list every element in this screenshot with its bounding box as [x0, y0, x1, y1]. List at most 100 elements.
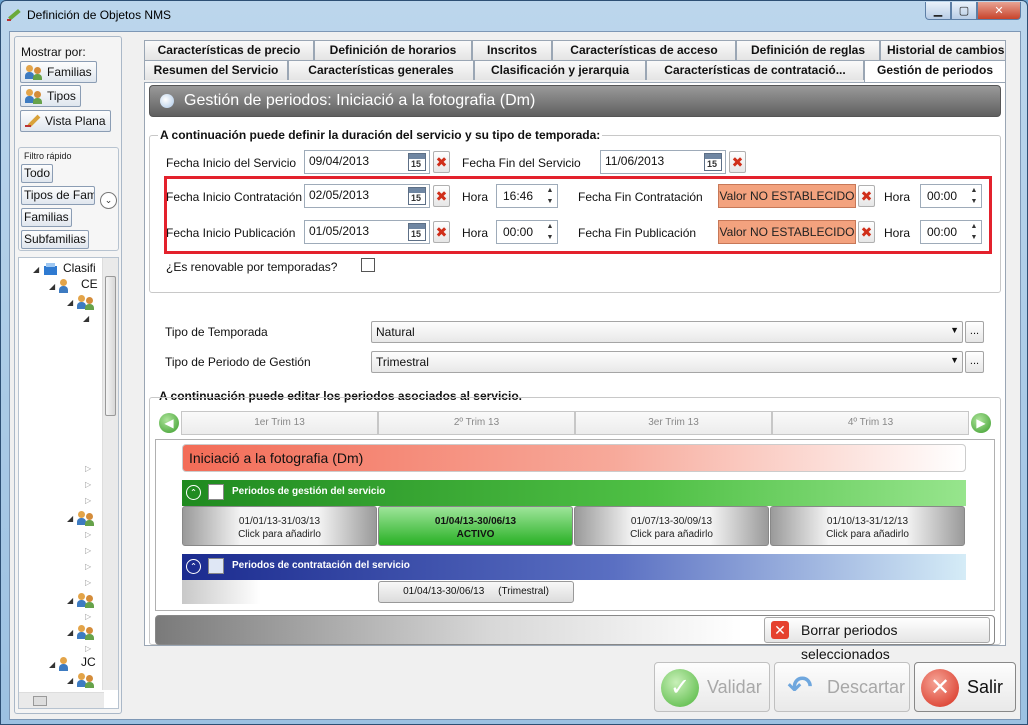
tree-expander[interactable]: ◢: [67, 628, 73, 637]
contratacion-period-item[interactable]: 01/04/13-30/06/13 (Trimestral): [378, 581, 574, 603]
time-spinner[interactable]: ▲ ▼: [967, 221, 981, 243]
tab-definicion-horarios[interactable]: Definición de horarios: [314, 40, 472, 60]
tree-item-clasificacion[interactable]: Clasifi: [63, 261, 96, 275]
calendar-icon[interactable]: 15: [704, 153, 722, 171]
vista-plana-button[interactable]: Vista Plana: [20, 110, 111, 132]
salir-button[interactable]: ✕ Salir: [914, 662, 1016, 712]
collapse-icon[interactable]: ⌃: [186, 559, 201, 574]
close-button[interactable]: ✕: [977, 2, 1021, 20]
filtro-subfamilias-button[interactable]: Subfamilias: [21, 230, 90, 249]
time-spinner[interactable]: ▲ ▼: [543, 221, 557, 243]
calendar-icon[interactable]: 15: [408, 153, 426, 171]
tree-vertical-scrollbar[interactable]: [102, 258, 118, 690]
clear-date-icon[interactable]: ✖: [433, 151, 450, 173]
borrar-periodos-button[interactable]: ✕ Borrar periodos seleccionados: [764, 617, 990, 662]
tree-expander[interactable]: ▷: [85, 546, 91, 555]
scrollbar-thumb[interactable]: [33, 696, 47, 706]
tab-resumen-servicio[interactable]: Resumen del Servicio: [144, 60, 288, 80]
tipo-temporada-more-button[interactable]: ...: [965, 321, 984, 343]
tree-expander[interactable]: ◢: [49, 282, 55, 291]
descartar-label: Descartar: [827, 677, 906, 697]
tree-expander[interactable]: ◢: [83, 314, 89, 323]
calendar-icon[interactable]: 15: [408, 187, 426, 205]
tree-expander[interactable]: ◢: [67, 676, 73, 685]
next-arrow-icon[interactable]: ▶: [971, 413, 991, 433]
clear-date-icon[interactable]: ✖: [858, 221, 875, 243]
contratacion-section-header[interactable]: ⌃ Periodos de contratación del servicio: [182, 554, 966, 580]
clear-date-icon[interactable]: ✖: [858, 185, 875, 207]
hora-label: Hora: [884, 190, 911, 204]
tree-item-ce[interactable]: CE: [81, 277, 98, 291]
fecha-fin-servicio-field[interactable]: 11/06/2013 15: [600, 150, 726, 174]
tab-inscritos[interactable]: Inscritos: [472, 40, 552, 60]
clear-date-icon[interactable]: ✖: [433, 221, 450, 243]
renovable-checkbox[interactable]: [361, 258, 375, 272]
tree-expander[interactable]: ◢: [67, 596, 73, 605]
filtro-familias-button[interactable]: Familias: [21, 208, 72, 227]
gestion-period-q1[interactable]: 01/01/13-31/03/13 Click para añadirlo: [182, 506, 377, 546]
fecha-fin-publicacion-field[interactable]: Valor NO ESTABLECIDO: [718, 220, 856, 244]
gestion-period-q2[interactable]: 01/04/13-30/06/13 ACTIVO: [378, 506, 573, 546]
minimize-button[interactable]: ▁: [925, 2, 951, 20]
hora-inicio-contratacion-field[interactable]: 16:46 ▲ ▼: [496, 184, 558, 208]
descartar-button[interactable]: ↶ Descartar: [774, 662, 910, 712]
tipos-view-button[interactable]: Tipos: [20, 85, 81, 107]
tree-expander[interactable]: ▷: [85, 464, 91, 473]
filtro-todo-button[interactable]: Todo: [21, 164, 54, 183]
period-status: Click para añadirlo: [630, 529, 713, 540]
calendar-icon[interactable]: 15: [408, 223, 426, 241]
tree-expander[interactable]: ▷: [85, 612, 91, 621]
tab-gestion-periodos[interactable]: Gestión de periodos: [864, 60, 1006, 82]
classification-tree[interactable]: ◢ Clasifi ◢ CE ◢ ◢ ▷ ▷ ▷ ◢ ▷ ▷ ▷ ▷ ◢ ▷ ◢…: [18, 257, 119, 709]
fecha-fin-contratacion-field[interactable]: Valor NO ESTABLECIDO: [718, 184, 856, 208]
tree-expander[interactable]: ◢: [67, 298, 73, 307]
clear-date-icon[interactable]: ✖: [729, 151, 746, 173]
tree-horizontal-scrollbar[interactable]: [19, 692, 104, 708]
people-icon: [77, 592, 95, 608]
client-area: Mostrar por: Familias Tipos Vista Plana …: [9, 31, 1021, 720]
tree-expander[interactable]: ▷: [85, 578, 91, 587]
tree-expander[interactable]: ▷: [85, 496, 91, 505]
tab-caracteristicas-contratacion[interactable]: Características de contratació...: [646, 60, 864, 80]
tab-clasificacion-jerarquia[interactable]: Clasificación y jerarquia: [474, 60, 646, 80]
maximize-button[interactable]: ▢: [951, 2, 977, 20]
tab-caracteristicas-generales[interactable]: Características generales: [288, 60, 474, 80]
fecha-inicio-servicio-field[interactable]: 09/04/2013 15: [304, 150, 430, 174]
scrollbar-thumb[interactable]: [105, 276, 116, 416]
hora-fin-contratacion-field[interactable]: 00:00 ▲ ▼: [920, 184, 982, 208]
hora-fin-publicacion-field[interactable]: 00:00 ▲ ▼: [920, 220, 982, 244]
clear-date-icon[interactable]: ✖: [433, 185, 450, 207]
tree-expander[interactable]: ▷: [85, 530, 91, 539]
tipo-temporada-label: Tipo de Temporada: [165, 325, 268, 339]
fecha-inicio-publicacion-field[interactable]: 01/05/2013 15: [304, 220, 430, 244]
tree-expander[interactable]: ▷: [85, 562, 91, 571]
hora-inicio-publicacion-value: 00:00: [503, 225, 534, 239]
tree-expander[interactable]: ▷: [85, 480, 91, 489]
tab-historial-cambios[interactable]: Historial de cambios: [880, 40, 1006, 60]
validar-button[interactable]: ✓ Validar: [654, 662, 770, 712]
tab-caracteristicas-precio[interactable]: Características de precio: [144, 40, 314, 60]
collapse-icon[interactable]: ⌃: [186, 485, 201, 500]
chevron-down-icon[interactable]: ⌄: [100, 192, 117, 209]
tab-definicion-reglas[interactable]: Definición de reglas: [736, 40, 880, 60]
tree-item-jc[interactable]: JC: [81, 655, 96, 669]
tree-expander[interactable]: ◢: [67, 514, 73, 523]
hora-inicio-publicacion-field[interactable]: 00:00 ▲ ▼: [496, 220, 558, 244]
tree-expander[interactable]: ▷: [85, 644, 91, 653]
tab-caracteristicas-acceso[interactable]: Características de acceso: [552, 40, 736, 60]
delete-icon: ✕: [771, 621, 789, 639]
filtro-tipos-familia-button[interactable]: Tipos de Fam: [21, 186, 95, 205]
gestion-period-q3[interactable]: 01/07/13-30/09/13 Click para añadirlo: [574, 506, 769, 546]
time-spinner[interactable]: ▲ ▼: [543, 185, 557, 207]
gestion-section-header[interactable]: ⌃ Periodos de gestión del servicio: [182, 480, 966, 506]
app-window: Definición de Objetos NMS ▁ ▢ ✕ Mostrar …: [0, 0, 1028, 725]
fecha-inicio-contratacion-field[interactable]: 02/05/2013 15: [304, 184, 430, 208]
title-bar: Definición de Objetos NMS ▁ ▢ ✕: [1, 1, 1027, 29]
tree-expander[interactable]: ◢: [49, 660, 55, 669]
tree-expander[interactable]: ◢: [33, 265, 39, 274]
tipo-temporada-select[interactable]: Natural ▼: [371, 321, 963, 343]
gestion-period-q4[interactable]: 01/10/13-31/12/13 Click para añadirlo: [770, 506, 965, 546]
prev-arrow-icon[interactable]: ◀: [159, 413, 179, 433]
time-spinner[interactable]: ▲ ▼: [967, 185, 981, 207]
familias-view-button[interactable]: Familias: [20, 61, 97, 83]
